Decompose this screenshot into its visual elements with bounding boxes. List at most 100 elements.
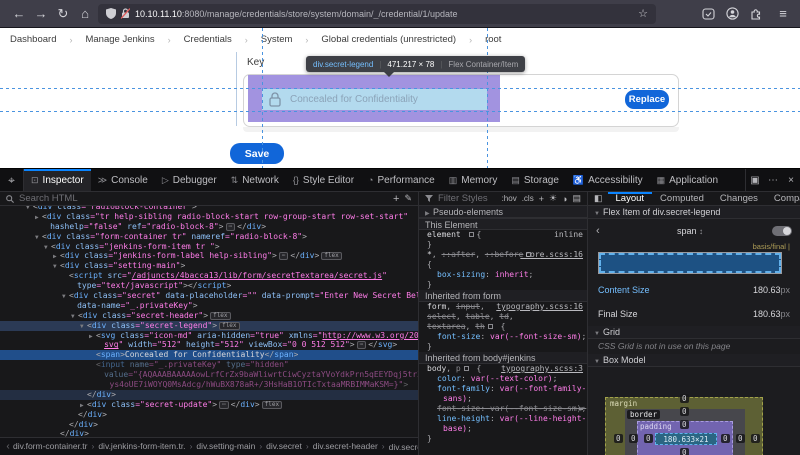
padding-top-value[interactable]: 0 [680,420,689,429]
breadcrumb-item[interactable]: Global credentials (unrestricted) [321,34,456,45]
markup-row[interactable]: ▼<div class="secret-legend">flex [0,321,418,331]
boxmodel-section-header[interactable]: ▼Box Model [588,354,800,367]
markup-row[interactable]: ▶<div class="tr help-sibling radio-block… [0,212,418,222]
rules-code-line[interactable]: } [419,280,587,290]
extension-shield-icon[interactable] [702,8,720,20]
separate-window-icon[interactable]: ▣ [746,175,764,186]
breadcrumb-item[interactable]: Dashboard [10,34,56,45]
padding-right-value[interactable]: 0 [721,434,730,443]
menu-icon[interactable]: ≡ [774,6,792,21]
tab-console[interactable]: ≫Console [91,169,155,191]
sidebar-tab-computed[interactable]: Computed [652,192,712,205]
node-picker-icon[interactable]: ⌖ [0,169,24,191]
markup-row[interactable]: ▼<div class="secret-header">flex [0,311,418,321]
sidebar-tab-compatibility[interactable]: Compatibility [766,192,800,205]
filter-styles-placeholder[interactable]: Filter Styles [438,193,488,204]
insecure-lock-icon[interactable] [121,8,130,19]
margin-top-value[interactable]: 0 [680,394,689,403]
rules-panel[interactable]: ▶Pseudo-elementsThis Elementelement {inl… [418,206,588,455]
rules-code-line[interactable]: form, input,typography.scss:16 [419,302,587,312]
url-bar[interactable]: 10.10.11.10:8080/manage/credentials/stor… [98,4,656,24]
border-right-value[interactable]: 0 [736,434,745,443]
rules-code-line[interactable]: font-family: var(--font-family- [419,384,587,394]
sidebar-tab-layout[interactable]: Layout [608,192,653,205]
rules-code-line[interactable]: font-size: var(--font-size-sm);▽ [419,404,587,414]
close-icon[interactable]: × [782,175,800,186]
border-top-value[interactable]: 0 [680,407,689,416]
tab-storage[interactable]: ▤Storage [504,169,566,191]
flex-item-section-header[interactable]: ▼Flex Item of div.secret-legend [588,206,800,219]
pseudo-class-toggle[interactable]: :hov [502,194,517,203]
rules-code-line[interactable]: box-sizing: inherit; [419,270,587,280]
markup-tree[interactable]: ▼<div class="radioBlock-container">▶<div… [0,206,418,437]
markup-row[interactable]: <script src="/adjuncts/4bacca13/lib/form… [0,271,418,281]
markup-row[interactable]: ▶<svg class="icon-md" aria-hidden="true"… [0,331,418,341]
replace-button[interactable]: Replace [625,90,669,109]
rules-code-line[interactable]: sans); [419,394,587,404]
rules-code-line[interactable]: textarea, th { [419,322,587,332]
margin-right-value[interactable]: 0 [751,434,760,443]
box-model-diagram[interactable]: 180.633×21 margin border padding 0 0 0 0… [588,367,800,455]
markup-row[interactable]: data-name="_.privateKey"> [0,301,418,311]
markup-row[interactable]: ▼<div class="form-container tr" nameref=… [0,232,418,242]
markup-row[interactable]: </div> [0,420,418,430]
tab-application[interactable]: ▦Application [650,169,725,191]
url-text[interactable]: 10.10.11.10:8080/manage/credentials/stor… [135,9,633,19]
rules-code-line[interactable]: element {inline [419,230,587,240]
breadcrumb-item[interactable]: Manage Jenkins [85,34,154,45]
stylesheet-link[interactable]: _core.scss:16 [520,250,583,260]
breadcrumb-item[interactable]: Credentials [184,34,232,45]
sidebar-tab-changes[interactable]: Changes [712,192,766,205]
rules-code-line[interactable]: base); [419,424,587,434]
node-crumb[interactable]: div.secret-legend [389,442,418,452]
markup-row[interactable]: </div> [0,410,418,420]
padding-left-value[interactable]: 0 [644,434,653,443]
node-crumb[interactable]: div.form-container.tr [13,441,87,451]
dark-scheme-icon[interactable]: ◑ [562,194,567,204]
node-crumb[interactable]: div.setting-main [196,441,255,451]
add-node-icon[interactable]: + [393,193,399,205]
padding-bottom-value[interactable]: 0 [680,448,689,455]
markup-row[interactable]: svg" width="512" height="512" viewBox="0… [0,340,418,350]
markup-row[interactable]: ▶<div class="secret-update">⋯</div>flex [0,400,418,410]
rules-code-line[interactable]: } [419,434,587,444]
crumb-scroll-left-icon[interactable]: ‹ [3,441,13,452]
node-crumb[interactable]: div.jenkins-form-item.tr. [98,441,185,451]
border-left-value[interactable]: 0 [629,434,638,443]
sidebar-toggle-icon[interactable]: ◧ [588,193,603,204]
rules-code-line[interactable]: font-size: var(--font-size-sm); [419,332,587,342]
new-rule-icon[interactable]: + [539,194,544,204]
rules-code-line[interactable]: { [419,260,587,270]
markup-row[interactable]: </div> [0,390,418,400]
tracking-shield-icon[interactable] [106,8,116,19]
markup-row[interactable]: value="{AQAAABAAAAAowLrfCrZx9baWliwrtCiw… [0,370,418,380]
tab-debugger[interactable]: ▷Debugger [155,169,224,191]
markup-row[interactable]: </div> [0,429,418,437]
forward-icon[interactable]: → [30,0,52,28]
account-icon[interactable] [726,7,744,20]
stylesheet-link[interactable]: typography.scss:16 [496,302,583,312]
flex-overlay-toggle[interactable] [772,226,792,236]
margin-left-value[interactable]: 0 [614,434,623,443]
tab-accessibility[interactable]: ♿Accessibility [566,169,650,191]
back-icon[interactable]: ← [8,0,30,28]
search-html-bar[interactable]: Search HTML + ✎ [0,192,418,205]
content-size-label[interactable]: Content Size [598,285,650,295]
tab-performance[interactable]: ◔Performance [361,169,442,191]
breadcrumb-item[interactable]: System [261,34,293,45]
flex-item-select[interactable]: span ↕ [608,226,772,236]
markup-row[interactable]: ▼<div class="secret" data-placeholder=""… [0,291,418,301]
rules-code-line[interactable]: color: var(--text-color); [419,374,587,384]
rules-code-line[interactable]: } [419,342,587,352]
light-scheme-icon[interactable]: ☀ [549,193,557,204]
stylesheet-link[interactable]: typography.scss:3 [501,364,583,374]
markup-row[interactable]: ▶<div class="jenkins-form-label help-sib… [0,251,418,261]
rules-code-line[interactable]: *, ::after, ::before_core.scss:16 [419,250,587,260]
rules-code-line[interactable]: select, table, td, [419,312,587,322]
eyedropper-icon[interactable]: ✎ [404,193,412,204]
bookmark-star-icon[interactable]: ☆ [638,7,648,20]
rules-code-line[interactable]: } [419,240,587,250]
home-icon[interactable]: ⌂ [74,0,96,28]
tab-network[interactable]: ⇅Network [224,169,286,191]
node-crumb[interactable]: div.secret-header [313,441,378,451]
